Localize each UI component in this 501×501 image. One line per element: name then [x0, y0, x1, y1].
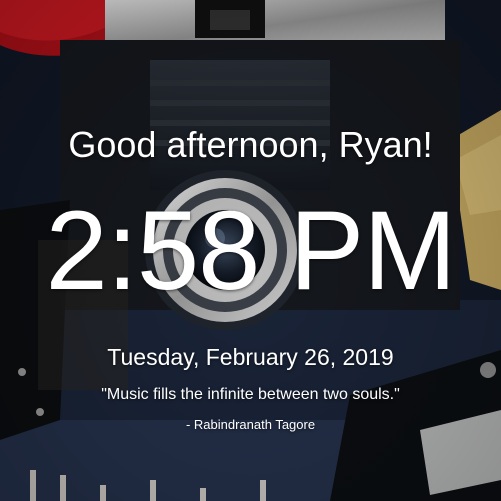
greeting-text: Good afternoon, Ryan! — [68, 124, 433, 165]
quote-author: - Rabindranath Tagore — [185, 417, 316, 432]
clock-time: 2:58 PM — [45, 188, 456, 313]
new-tab-dashboard: Good afternoon, Ryan! 2:58 PM Tuesday, F… — [0, 0, 501, 501]
quote-text: "Music fills the infinite between two so… — [101, 386, 400, 403]
current-date: Tuesday, February 26, 2019 — [107, 344, 394, 370]
dashboard-content: Good afternoon, Ryan! 2:58 PM Tuesday, F… — [0, 0, 501, 501]
